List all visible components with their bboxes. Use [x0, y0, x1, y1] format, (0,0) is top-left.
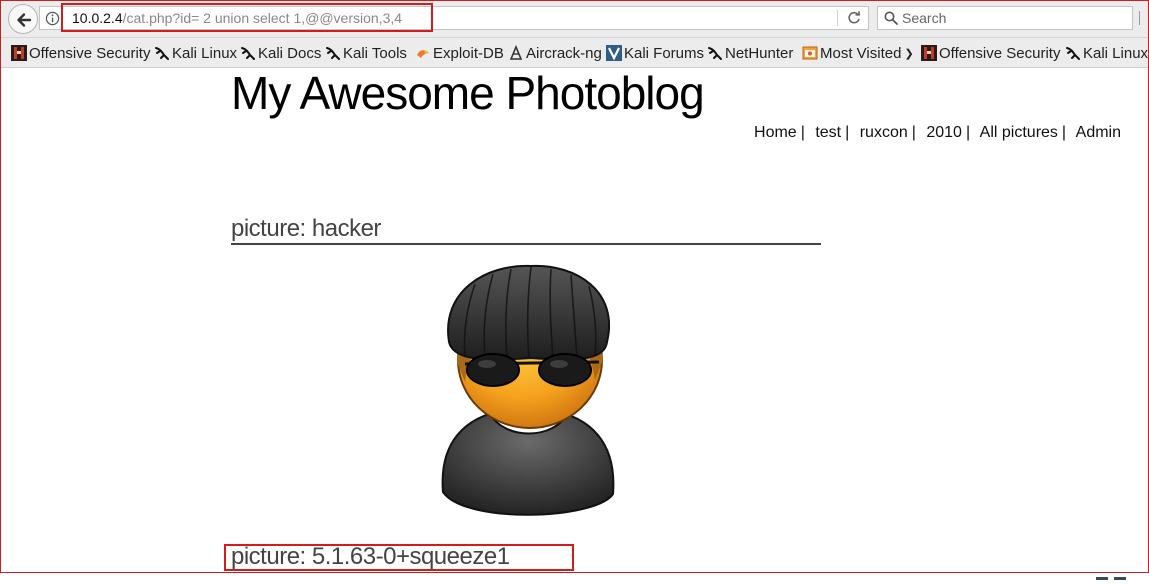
- offensive-security-icon: [921, 45, 937, 61]
- nav-home-link[interactable]: Home: [754, 124, 797, 141]
- bookmark-label: Exploit-DB: [433, 44, 504, 62]
- bookmark-offensive-security[interactable]: Offensive Security: [11, 43, 150, 63]
- post-title-injected-version: picture: 5.1.63-0+squeeze1: [231, 543, 510, 570]
- search-bar[interactable]: [877, 6, 1133, 30]
- nav-admin-link[interactable]: Admin: [1076, 124, 1121, 141]
- bookmark-label: Kali Linux: [172, 44, 238, 62]
- bookmark-nethunter[interactable]: NetHunter: [707, 43, 793, 63]
- back-button[interactable]: [8, 4, 38, 34]
- bookmark-aircrack-ng[interactable]: Aircrack-ng: [508, 43, 602, 63]
- browser-toolbar: 10.0.2.4/cat.php?id= 2 union select 1,@@…: [1, 1, 1148, 38]
- kali-dragon-icon: [241, 47, 255, 60]
- search-icon: [884, 11, 898, 25]
- bookmark-label: Kali Linux: [1083, 44, 1148, 62]
- kali-dragon-icon: [326, 47, 340, 60]
- back-arrow-icon: [17, 13, 32, 27]
- site-title[interactable]: My Awesome Photoblog: [231, 66, 705, 120]
- bookmark-label: NetHunter: [725, 44, 794, 62]
- kali-dragon-icon: [1066, 47, 1080, 60]
- bookmark-exploit-db[interactable]: Exploit-DB: [415, 43, 504, 63]
- bookmark-kali-linux[interactable]: Kali Linux: [154, 43, 237, 63]
- nav-test-link[interactable]: test: [815, 124, 841, 141]
- nav-separator: |: [965, 124, 971, 141]
- bookmark-label: Offensive Security: [29, 44, 151, 62]
- kali-dragon-icon: [155, 47, 169, 60]
- url-text[interactable]: 10.0.2.4/cat.php?id= 2 union select 1,@@…: [72, 10, 402, 26]
- bookmark-label: Kali Forums: [624, 44, 705, 62]
- bookmark-most-visited[interactable]: Most Visited ❯: [802, 43, 914, 63]
- bookmark-label: Kali Docs: [258, 44, 322, 62]
- nav-separator: |: [1061, 124, 1067, 141]
- bookmark-label: Kali Tools: [343, 44, 407, 62]
- search-input[interactable]: [902, 9, 1122, 27]
- chevron-down-icon: ❯: [904, 47, 914, 60]
- scroll-indicator: [1096, 567, 1136, 580]
- url-divider: [837, 10, 838, 26]
- exploit-db-icon: [417, 50, 429, 58]
- bookmark-kali-tools[interactable]: Kali Tools: [325, 43, 407, 63]
- hacker-avatar-image[interactable]: [435, 262, 619, 528]
- nav-all-pictures-link[interactable]: All pictures: [980, 124, 1058, 141]
- most-visited-icon: [802, 46, 818, 60]
- url-path: /cat.php?id= 2 union select 1,@@version,…: [122, 10, 403, 26]
- bookmark-label: Aircrack-ng: [526, 44, 602, 62]
- info-icon[interactable]: [45, 11, 60, 26]
- reload-icon[interactable]: [846, 10, 862, 26]
- bookmark-kali-linux-2[interactable]: Kali Linux: [1065, 43, 1148, 63]
- post-title: picture: hacker: [231, 215, 821, 245]
- kali-dragon-icon: [708, 47, 722, 60]
- bookmark-kali-forums[interactable]: Kali Forums: [606, 43, 704, 63]
- nav-2010-link[interactable]: 2010: [926, 124, 962, 141]
- nav-separator: |: [845, 124, 850, 141]
- bookmarks-toolbar: Offensive Security Kali Linux Kali Docs …: [1, 38, 1148, 68]
- site-nav: Home | test | ruxcon | 2010 | All pictures | …: [754, 124, 1121, 142]
- url-host: 10.0.2.4: [72, 10, 123, 26]
- bookmark-kali-docs[interactable]: Kali Docs: [240, 43, 321, 63]
- bookmark-label: Offensive Security: [939, 44, 1061, 62]
- nav-separator: |: [800, 124, 805, 141]
- bookmark-label: Most Visited: [820, 44, 902, 62]
- aircrack-icon: [509, 45, 523, 60]
- toolbar-overflow-edge: [1139, 11, 1145, 25]
- kali-forums-icon: [606, 45, 622, 61]
- nav-separator: |: [911, 124, 916, 141]
- offensive-security-icon: [11, 45, 27, 61]
- bookmark-offensive-security-2[interactable]: Offensive Security: [921, 43, 1060, 63]
- nav-ruxcon-link[interactable]: ruxcon: [860, 124, 908, 141]
- url-bar[interactable]: 10.0.2.4/cat.php?id= 2 union select 1,@@…: [39, 6, 869, 30]
